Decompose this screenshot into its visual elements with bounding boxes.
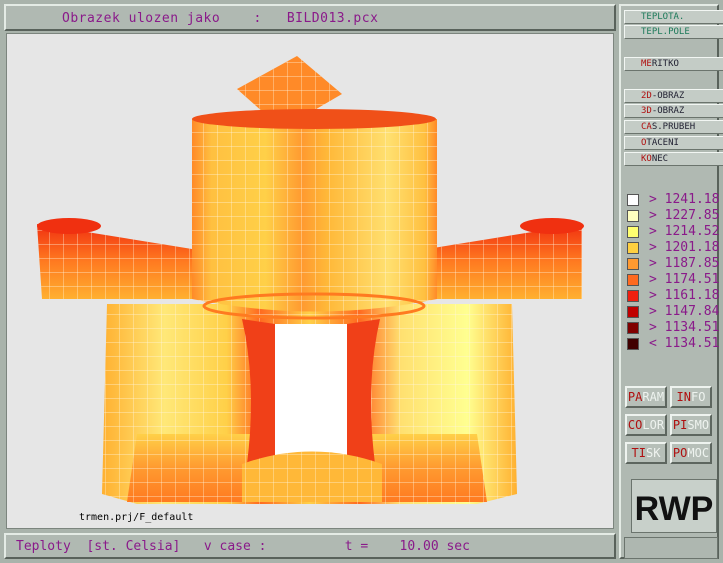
- pomoc-button[interactable]: POMOC: [670, 442, 712, 464]
- menu-item-teplota[interactable]: TEPLOTA.: [624, 10, 723, 24]
- legend-row: > 1227.85: [625, 208, 720, 223]
- menu-item-3d-obraz[interactable]: 3D-OBRAZ: [624, 104, 723, 118]
- info-button[interactable]: INFO: [670, 386, 712, 408]
- right-status-box: [624, 537, 718, 559]
- menu-hotkey: TE: [641, 12, 652, 22]
- legend-value: > 1201.18: [649, 240, 720, 255]
- legend-value: > 1147.84: [649, 304, 720, 319]
- tisk-button[interactable]: TISK: [625, 442, 667, 464]
- legend-swatch: [627, 322, 639, 334]
- legend-swatch: [627, 242, 639, 254]
- menu-label: -OBRAZ: [651, 106, 685, 116]
- param-button[interactable]: PARAM: [625, 386, 667, 408]
- title-text: Obrazek ulozen jako : BILD013.pcx: [62, 11, 379, 26]
- legend-value: > 1134.51: [649, 320, 720, 335]
- tool-hotkey: PA: [627, 390, 643, 404]
- menu-label: TACENI: [646, 138, 679, 148]
- tool-hotkey: IN: [676, 390, 691, 404]
- menu-hotkey: KO: [641, 154, 652, 164]
- legend-swatch: [627, 306, 639, 318]
- menu-hotkey: CA: [641, 122, 652, 132]
- menu-label: PLOTA.: [651, 12, 685, 22]
- legend-swatch: [627, 194, 639, 206]
- menu-hotkey: 3D: [641, 106, 652, 116]
- tool-hotkey: PI: [672, 418, 688, 432]
- legend-value: > 1161.18: [649, 288, 720, 303]
- legend-value: > 1241.18: [649, 192, 720, 207]
- menu-label: PL.POLE: [651, 27, 690, 37]
- legend-row: < 1134.51: [625, 336, 720, 351]
- legend-row: > 1174.51: [625, 272, 720, 287]
- title-bar: Obrazek ulozen jako : BILD013.pcx: [4, 4, 616, 31]
- legend-row: > 1161.18: [625, 288, 720, 303]
- legend-row: > 1214.52: [625, 224, 720, 239]
- tool-label: MOC: [687, 446, 710, 460]
- tool-label: LOR: [642, 418, 665, 432]
- legend-swatch: [627, 338, 639, 350]
- legend-row: > 1241.18: [625, 192, 720, 207]
- menu-label: S.PRUBEH: [651, 122, 696, 132]
- menu-label: -OBRAZ: [651, 91, 685, 101]
- legend-row: > 1187.85: [625, 256, 720, 271]
- logo-text: RWP: [635, 490, 714, 528]
- menu-hotkey: ME: [641, 59, 652, 69]
- legend-value: > 1187.85: [649, 256, 720, 271]
- tool-label: FO: [691, 390, 706, 404]
- legend-row: > 1201.18: [625, 240, 720, 255]
- project-label: trmen.prj/F_default: [79, 512, 194, 523]
- legend-row: > 1134.51: [625, 320, 720, 335]
- legend-value: > 1214.52: [649, 224, 720, 239]
- legend-swatch: [627, 226, 639, 238]
- status-text: Teploty [st. Celsia] v case : t = 10.00 …: [16, 539, 470, 554]
- menu-item-otaceni[interactable]: OTACENI: [624, 136, 723, 150]
- menu-hotkey: TE: [641, 27, 652, 37]
- tool-label: SK: [646, 446, 661, 460]
- legend-swatch: [627, 258, 639, 270]
- legend-value: > 1174.51: [649, 272, 720, 287]
- legend-swatch: [627, 290, 639, 302]
- tool-label: RAM: [642, 390, 665, 404]
- menu-item-tepl-pole[interactable]: TEPL.POLE: [624, 25, 723, 39]
- menu-hotkey: 2D: [641, 91, 652, 101]
- caliper-thermal-render: [37, 56, 584, 504]
- legend-row: > 1147.84: [625, 304, 720, 319]
- menu-label: RITKO: [651, 59, 679, 69]
- color-button[interactable]: COLOR: [625, 414, 667, 436]
- legend-value: < 1134.51: [649, 336, 720, 351]
- menu-item-2d-obraz[interactable]: 2D-OBRAZ: [624, 89, 723, 103]
- menu-item-meritko[interactable]: MERITKO: [624, 57, 723, 71]
- model-viewport[interactable]: trmen.prj/F_default: [6, 33, 614, 529]
- pismo-button[interactable]: PISMO: [670, 414, 712, 436]
- tool-hotkey: PO: [672, 446, 688, 460]
- menu-item-konec[interactable]: KONEC: [624, 152, 723, 166]
- rwp-logo: RWP: [631, 479, 717, 533]
- right-control-panel: TEPLOTA. TEPL.POLE MERITKO 2D-OBRAZ 3D-OBRAZ…: [619, 4, 723, 559]
- menu-item-cas-prubeh[interactable]: CAS.PRUBEH: [624, 120, 723, 134]
- legend-swatch: [627, 210, 639, 222]
- legend-value: > 1227.85: [649, 208, 720, 223]
- menu-label: NEC: [651, 154, 669, 164]
- status-bar: Teploty [st. Celsia] v case : t = 10.00 …: [4, 533, 616, 559]
- tool-label: SMO: [687, 418, 710, 432]
- tool-hotkey: TI: [631, 446, 646, 460]
- caliper-window: [275, 324, 347, 464]
- legend-swatch: [627, 274, 639, 286]
- tool-hotkey: CO: [627, 418, 643, 432]
